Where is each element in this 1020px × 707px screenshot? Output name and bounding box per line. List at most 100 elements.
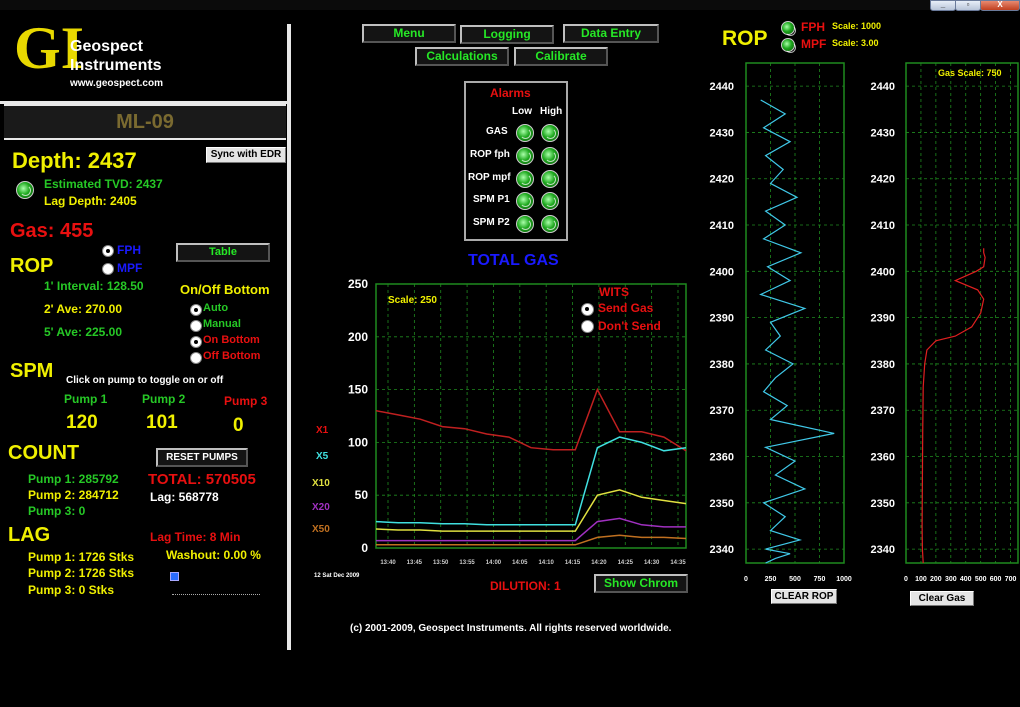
depth-tick-label: 2440: [710, 81, 734, 93]
close-button[interactable]: X: [980, 0, 1020, 11]
alarm-rop-mpf-high-led[interactable]: [541, 170, 559, 188]
total-gas-series: [375, 387, 687, 546]
on-bottom-radio[interactable]: [190, 336, 202, 348]
rop-section-title: ROP: [10, 255, 54, 277]
alarm-spm-p1-high-led[interactable]: [541, 192, 559, 210]
logo-line1: Geospect: [70, 38, 143, 55]
alarm-label-rop-fph: ROP fph: [470, 149, 510, 160]
mpf-radio[interactable]: [102, 263, 114, 275]
tvd-status-led: [16, 181, 34, 199]
minimize-button[interactable]: _: [930, 0, 956, 11]
x-tick-label: 14:20: [591, 560, 607, 566]
sync-edr-button[interactable]: Sync with EDR: [206, 147, 286, 163]
alarm-spm-p2-low-led[interactable]: [516, 215, 534, 233]
logging-button[interactable]: Logging: [460, 25, 554, 44]
rop-ave-2: 2' Ave: 270.00: [44, 302, 123, 316]
calculations-button[interactable]: Calculations: [415, 47, 509, 66]
pump2-label[interactable]: Pump 2: [142, 392, 185, 406]
reset-pumps-button[interactable]: RESET PUMPS: [156, 448, 248, 467]
pump1-spm[interactable]: 120: [66, 412, 98, 434]
clear-gas-button[interactable]: Clear Gas: [910, 591, 974, 606]
washout-slider-track[interactable]: [172, 588, 260, 595]
menu-button[interactable]: Menu: [362, 24, 456, 43]
lag-depth: Lag Depth: 2405: [44, 194, 137, 208]
clear-rop-button[interactable]: CLEAR ROP: [771, 589, 837, 604]
data-entry-button[interactable]: Data Entry: [563, 24, 659, 43]
alarm-rop-fph-high-led[interactable]: [541, 147, 559, 165]
pump3-spm[interactable]: 0: [233, 415, 244, 437]
value-tick-label: 600: [990, 576, 1002, 583]
count-total: TOTAL: 570505: [148, 471, 256, 488]
washout-slider-thumb[interactable]: [170, 572, 179, 581]
depth-tick-label: 2410: [710, 220, 734, 232]
rop-mpf-led[interactable]: [781, 38, 796, 53]
send-gas-radio[interactable]: [581, 303, 594, 316]
manual-radio[interactable]: [190, 320, 202, 332]
total-gas-series-line: [375, 436, 687, 526]
count-pump2: Pump 2: 284712: [28, 488, 119, 502]
pump2-spm[interactable]: 101: [146, 412, 178, 434]
dont-send-radio[interactable]: [581, 320, 594, 333]
rop-fph-label: FPH: [801, 20, 825, 34]
total-gas-y-ticks: 0 50 100 150 200 250: [348, 277, 368, 555]
multiplier-x5[interactable]: X5: [316, 451, 328, 462]
pump1-label[interactable]: Pump 1: [64, 392, 107, 406]
x-tick-label: 13:50: [433, 560, 449, 566]
total-gas-x-ticks: 13:40 13:45 13:50 13:55 14:00 14:05 14:10 14:15…: [380, 560, 686, 566]
count-pump3: Pump 3: 0: [28, 504, 86, 518]
chart-date: 12 Sat Dec 2009: [314, 573, 360, 579]
y-tick-label: 150: [348, 383, 368, 397]
calibrate-button[interactable]: Calibrate: [514, 47, 608, 66]
show-chrom-button[interactable]: Show Chrom: [594, 574, 688, 593]
fph-radio[interactable]: [102, 245, 114, 257]
depth-tick-label: 2440: [871, 81, 895, 93]
alarm-gas-high-led[interactable]: [541, 124, 559, 142]
alarm-label-spm-p2: SPM P2: [473, 217, 510, 228]
alarm-label-gas: GAS: [486, 126, 508, 137]
mpf-label: MPF: [117, 261, 143, 275]
manual-label: Manual: [203, 318, 241, 330]
alarm-spm-p2-high-led[interactable]: [541, 215, 559, 233]
depth-tick-label: 2360: [871, 452, 895, 464]
depth-tick-label: 2350: [710, 498, 734, 510]
rop-mpf-label: MPF: [801, 37, 827, 51]
x-tick-label: 14:05: [512, 560, 528, 566]
pump3-label[interactable]: Pump 3: [224, 394, 267, 408]
gas-track-y-ticks: 2340 2350 2360 2370 2380 2390 2400 2410 2420 2430…: [871, 81, 895, 556]
spm-section-title: SPM: [10, 360, 54, 382]
gas-track-scale: Gas Scale: 750: [938, 68, 1002, 78]
value-tick-label: 250: [765, 576, 777, 583]
value-tick-label: 750: [814, 576, 826, 583]
table-button[interactable]: Table: [176, 243, 270, 262]
auto-radio[interactable]: [190, 304, 202, 316]
alarm-rop-fph-low-led[interactable]: [516, 147, 534, 165]
maximize-button[interactable]: ▫: [955, 0, 981, 11]
rop-track-series: [759, 99, 835, 564]
gas-track-x-ticks: 0 100 200 300 400 500 600 700: [904, 576, 1016, 583]
rop-track-y-ticks: 2340 2350 2360 2370 2380 2390 2400 2410 2420 2430…: [710, 81, 734, 556]
x-tick-label: 14:10: [539, 560, 555, 566]
x-tick-label: 14:00: [486, 560, 502, 566]
multiplier-x1[interactable]: X1: [316, 425, 328, 436]
multiplier-x50[interactable]: X50: [312, 524, 330, 535]
alarm-spm-p1-low-led[interactable]: [516, 192, 534, 210]
alarm-rop-mpf-low-led[interactable]: [516, 170, 534, 188]
depth-tick-label: 2340: [871, 544, 895, 556]
dont-send-label: Don't Send: [598, 319, 661, 333]
x-tick-label: 14:35: [670, 560, 686, 566]
multiplier-x10[interactable]: X10: [312, 478, 330, 489]
dilution-label: DILUTION: 1: [490, 579, 561, 593]
rop-fph-led[interactable]: [781, 21, 796, 36]
y-tick-label: 0: [361, 541, 368, 555]
left-panel-border: [287, 24, 291, 650]
rop-scale-fph: Scale: 1000: [832, 21, 882, 31]
off-bottom-radio[interactable]: [190, 352, 202, 364]
depth-tick-label: 2390: [710, 313, 734, 325]
lag-pump3: Pump 3: 0 Stks: [28, 583, 115, 597]
depth-tick-label: 2400: [871, 266, 895, 278]
depth-tick-label: 2380: [871, 359, 895, 371]
multiplier-x20[interactable]: X20: [312, 502, 330, 513]
alarms-low-header: Low: [512, 106, 532, 117]
alarm-gas-low-led[interactable]: [516, 124, 534, 142]
x-tick-label: 13:55: [459, 560, 475, 566]
